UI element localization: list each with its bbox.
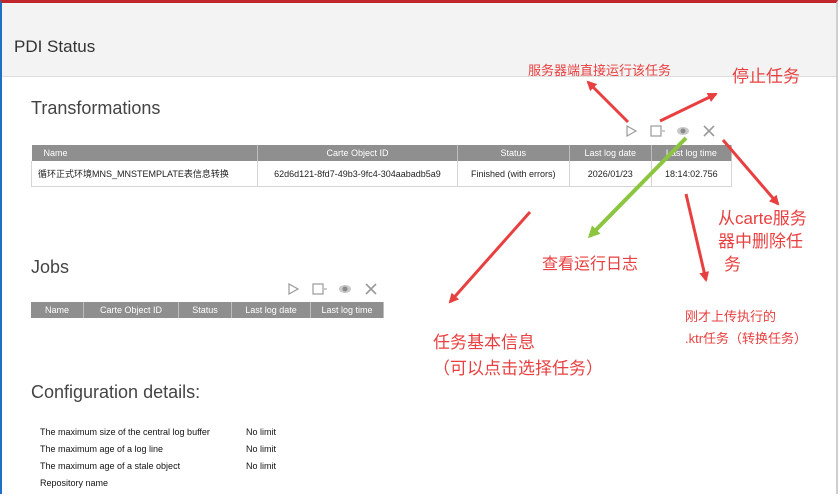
transformations-toolbar	[623, 122, 717, 140]
column-header-last-log-date: Last log date	[231, 302, 311, 318]
cell-name[interactable]: 循环正式环境MNS_MNSTEMPLATE表信息转换	[30, 161, 259, 187]
cell-carte-object-id[interactable]: 62d6d121-8fd7-49b3-9fc4-304aabadb5a9	[257, 161, 458, 187]
transformations-heading: Transformations	[31, 98, 161, 118]
annotation-uploaded-line: 刚才上传执行的	[685, 309, 777, 324]
column-header-last-log-date: Last log date	[569, 145, 652, 161]
column-header-name: Name	[31, 145, 259, 161]
cell-status[interactable]: Finished (with errors)	[457, 161, 570, 187]
column-header-status: Status	[457, 145, 570, 161]
annotation-view-log: 查看运行日志	[542, 256, 639, 273]
annotation-basic-info: 任务基本信息 （可以点击选择任务）	[433, 330, 603, 382]
stop-icon[interactable]	[311, 281, 327, 297]
annotation-uploaded-line: .ktr任务（转换任务）	[685, 331, 808, 346]
column-header-carte-object-id: Carte Object ID	[83, 302, 179, 318]
stop-icon[interactable]	[649, 123, 665, 139]
config-row: The maximum size of the central log buff…	[40, 423, 276, 440]
jobs-toolbar	[285, 280, 379, 298]
eye-icon[interactable]	[675, 123, 691, 139]
close-icon[interactable]	[701, 123, 717, 139]
column-header-last-log-time: Last log time	[651, 145, 733, 161]
table-row[interactable]: 循环正式环境MNS_MNSTEMPLATE表信息转换 62d6d121-8fd7…	[30, 161, 733, 187]
cell-last-log-date[interactable]: 2026/01/23	[569, 161, 652, 187]
config-value: No limit	[246, 443, 277, 454]
config-key: The maximum size of the central log buff…	[40, 426, 210, 437]
annotation-uploaded-task: 刚才上传执行的 .ktr任务（转换任务）	[685, 306, 807, 350]
table-header-row: Name Carte Object ID Status Last log dat…	[31, 145, 733, 161]
annotation-basic-info-line: 任务基本信息	[433, 333, 535, 352]
config-value: No limit	[246, 426, 277, 437]
annotation-remove-line: 器中删除任	[718, 232, 803, 251]
jobs-table: Name Carte Object ID Status Last log dat…	[31, 302, 384, 318]
column-header-name: Name	[31, 302, 84, 318]
close-icon[interactable]	[363, 281, 379, 297]
config-heading: Configuration details:	[31, 382, 201, 402]
annotation-remove-line: 从carte服务	[718, 209, 807, 228]
annotation-run-on-server: 服务器端直接运行该任务	[528, 63, 672, 78]
column-header-carte-object-id: Carte Object ID	[257, 145, 458, 161]
jobs-heading: Jobs	[31, 257, 70, 277]
cell-last-log-time[interactable]: 18:14:02.756	[651, 161, 733, 187]
config-row: The maximum age of a log line No limit	[40, 440, 276, 457]
play-icon[interactable]	[623, 123, 639, 139]
config-row: Repository name	[40, 474, 276, 491]
play-icon[interactable]	[285, 281, 301, 297]
annotation-remove-task: 从carte服务 器中删除任 务	[718, 207, 807, 276]
config-value: No limit	[246, 460, 277, 471]
annotation-basic-info-line: （可以点击选择任务）	[433, 359, 603, 378]
config-key: The maximum age of a stale object	[40, 460, 181, 471]
table-header-row: Name Carte Object ID Status Last log dat…	[31, 302, 384, 318]
eye-icon[interactable]	[337, 281, 353, 297]
annotation-remove-line: 务	[724, 255, 741, 274]
annotation-stop-task: 停止任务	[732, 67, 800, 86]
column-header-last-log-time: Last log time	[310, 302, 384, 318]
config-row: The maximum age of a stale object No limi…	[40, 457, 276, 474]
config-key: Repository name	[40, 477, 109, 488]
header-bar	[2, 3, 836, 77]
page-title: PDI Status	[14, 37, 96, 56]
column-header-status: Status	[178, 302, 232, 318]
transformations-table: Name Carte Object ID Status Last log dat…	[30, 145, 733, 187]
config-key: The maximum age of a log line	[40, 443, 164, 454]
config-list: The maximum size of the central log buff…	[40, 423, 276, 491]
